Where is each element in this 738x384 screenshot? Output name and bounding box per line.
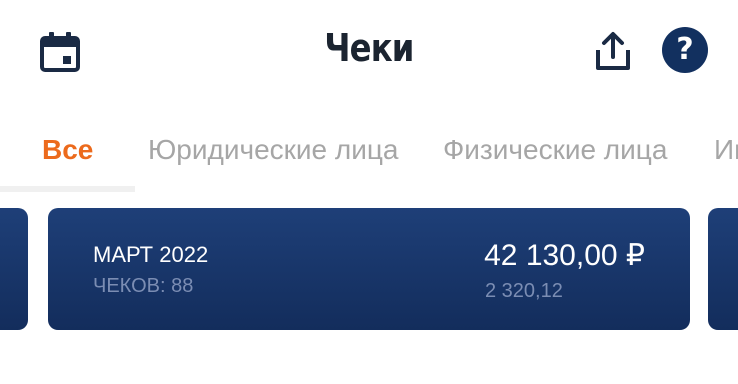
- app-header: Чеки ?: [0, 0, 738, 102]
- help-glyph: ?: [676, 32, 694, 67]
- active-tab-indicator: [0, 186, 135, 192]
- card-total-amount: 42 130,00 ₽: [484, 239, 645, 272]
- previous-month-card[interactable]: [0, 208, 28, 330]
- card-period: МАРТ 2022: [93, 242, 209, 267]
- card-receipt-count: ЧЕКОВ: 88: [93, 275, 194, 297]
- tab-legal-entities[interactable]: Юридические лица: [148, 134, 398, 166]
- tab-next-partial[interactable]: Ин: [714, 134, 738, 166]
- help-icon[interactable]: ?: [662, 27, 708, 73]
- tab-individuals[interactable]: Физические лица: [443, 134, 667, 166]
- month-summary-card[interactable]: МАРТ 2022 ЧЕКОВ: 88 42 130,00 ₽ 2 320,12: [48, 208, 690, 330]
- tab-all[interactable]: Все: [42, 134, 93, 166]
- share-icon[interactable]: [588, 26, 638, 76]
- card-sub-amount: 2 320,12: [485, 280, 563, 302]
- receipts-carousel[interactable]: МАРТ 2022 ЧЕКОВ: 88 42 130,00 ₽ 2 320,12: [0, 208, 738, 330]
- filter-tabs: Все Юридические лица Физические лица Ин: [0, 120, 738, 194]
- next-month-card[interactable]: [708, 208, 738, 330]
